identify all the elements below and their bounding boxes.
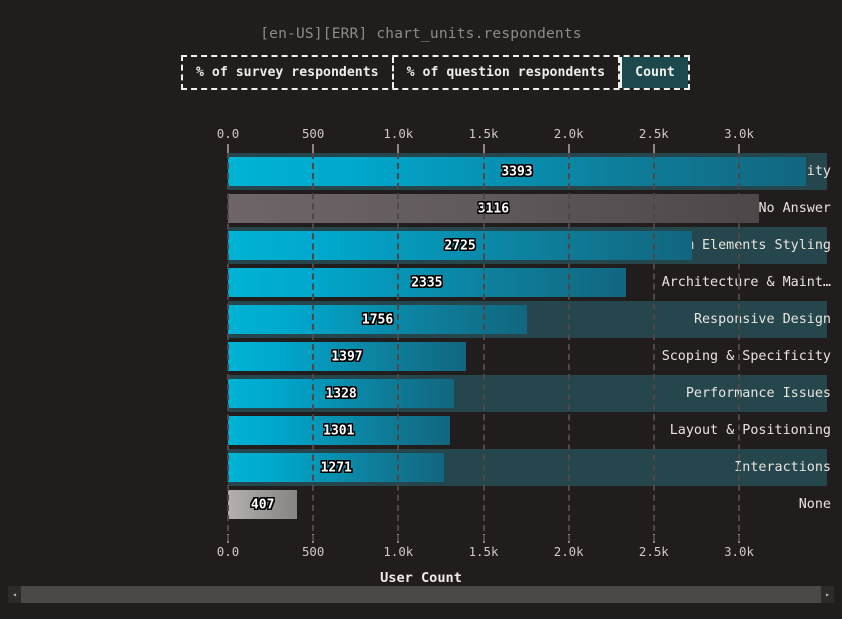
bar-value-label: 1301 (323, 423, 355, 438)
chart-page: [en-US][ERR] chart_units.respondents % o… (0, 0, 842, 619)
bar-value-label: 3393 (501, 164, 533, 179)
x-tick-label: 2.5k (638, 544, 669, 559)
bar-row[interactable]: No Answer 3116 (0, 190, 842, 227)
x-tick-label: 3.0k (724, 544, 754, 559)
category-label: Performance Issues (685, 386, 831, 401)
bar-fill: 3393 (228, 157, 806, 186)
x-tick-mark (397, 144, 400, 153)
horizontal-scrollbar[interactable]: ◂ ▸ (8, 586, 834, 603)
x-tick-label: 2.5k (638, 126, 669, 141)
x-tick-label: 1.5k (468, 126, 499, 141)
bar-value-label: 1756 (361, 312, 394, 327)
x-axis-bottom: 0.0 500 1.0k 1.5k 2.0k 2.5k 3.0k (0, 544, 842, 564)
bar-fill: 1397 (228, 342, 466, 371)
bar-row[interactable]: Layout & Positioning 1301 (0, 412, 842, 449)
scrollbar-track[interactable] (21, 586, 821, 603)
gridline (397, 153, 400, 541)
bar[interactable]: 2725 (228, 231, 693, 260)
bar[interactable]: 1328 (228, 379, 455, 408)
bar-fill: 1271 (228, 453, 445, 482)
category-label: Interactions (734, 460, 831, 475)
gridline (227, 153, 229, 541)
bar-rows: Browser Compatability3393No Answer3116Fo… (0, 153, 842, 541)
category-label: Responsive Design (693, 312, 831, 327)
scrollbar-thumb[interactable] (21, 586, 821, 603)
x-tick-mark (567, 144, 570, 153)
x-axis-top: 0.0 500 1.0k 1.5k 2.0k 2.5k 3.0k (0, 126, 842, 146)
bar-row[interactable]: Performance Issues 1328 (0, 375, 842, 412)
bar-row[interactable]: None 407 (0, 486, 842, 523)
x-tick-mark (738, 144, 740, 153)
gridline (738, 153, 740, 541)
bar-fill: 1328 (228, 379, 455, 408)
x-tick-label: 500 (301, 126, 325, 141)
gridline (482, 153, 485, 541)
x-tick-label: 0.0 (216, 544, 240, 559)
bar[interactable]: 3116 (228, 194, 759, 223)
bar-fill: 2335 (228, 268, 626, 297)
bar-row[interactable]: Interactions 1271 (0, 449, 842, 486)
x-tick-label: 1.0k (383, 544, 414, 559)
bar-row[interactable]: Responsive Design 1756 (0, 301, 842, 338)
x-tick-mark (652, 144, 655, 153)
gridline (312, 153, 315, 541)
bar-value-label: 2335 (411, 275, 443, 290)
x-tick-label: 3.0k (724, 126, 754, 141)
bar[interactable]: 1301 (228, 416, 450, 445)
bar-fill: 1301 (228, 416, 450, 445)
bar-value-label: 1397 (331, 349, 363, 364)
x-tick-label: 500 (301, 544, 325, 559)
category-label: None (798, 497, 831, 512)
bar-value-label: 1271 (320, 460, 352, 475)
bar-fill: 3116 (228, 194, 759, 223)
bar[interactable]: 3393 (228, 157, 806, 186)
category-label: Scoping & Specificity (661, 349, 831, 364)
bar-fill: 407 (228, 490, 298, 519)
category-label: Architecture & Maint… (661, 275, 831, 290)
bar-value-label: 2725 (444, 238, 476, 253)
bar[interactable]: 2335 (228, 268, 626, 297)
bar-row[interactable]: Form Elements Styling 2725 (0, 227, 842, 264)
x-tick-label: 1.0k (383, 126, 414, 141)
bar-row[interactable]: Architecture & Maint… 2335 (0, 264, 842, 301)
bar-fill: 2725 (228, 231, 693, 260)
gridline (567, 153, 570, 541)
gridline (652, 153, 655, 541)
x-tick-label: 2.0k (553, 126, 584, 141)
x-axis-title: User Count (380, 570, 462, 586)
bar-row[interactable]: Scoping & Specificity 1397 (0, 338, 842, 375)
bar-value-label: 1328 (325, 386, 357, 401)
x-tick-label: 1.5k (468, 544, 499, 559)
bar[interactable]: 1397 (228, 342, 466, 371)
bar[interactable]: 407 (228, 490, 298, 519)
bar-chart-plot: 0.0 500 1.0k 1.5k 2.0k 2.5k 3.0k 0.0 500 1.0k 1.5… (0, 0, 842, 585)
x-tick-mark (227, 144, 229, 153)
category-label: Layout & Positioning (669, 423, 831, 438)
x-tick-mark (312, 144, 315, 153)
scroll-right-arrow-icon[interactable]: ▸ (821, 586, 834, 603)
bar-value-label: 407 (250, 497, 275, 512)
bar-row[interactable]: Browser Compatability3393 (0, 153, 842, 190)
scroll-left-arrow-icon[interactable]: ◂ (8, 586, 21, 603)
x-tick-mark (482, 144, 485, 153)
bar[interactable]: 1271 (228, 453, 445, 482)
x-tick-label: 0.0 (216, 126, 240, 141)
x-tick-label: 2.0k (553, 544, 584, 559)
